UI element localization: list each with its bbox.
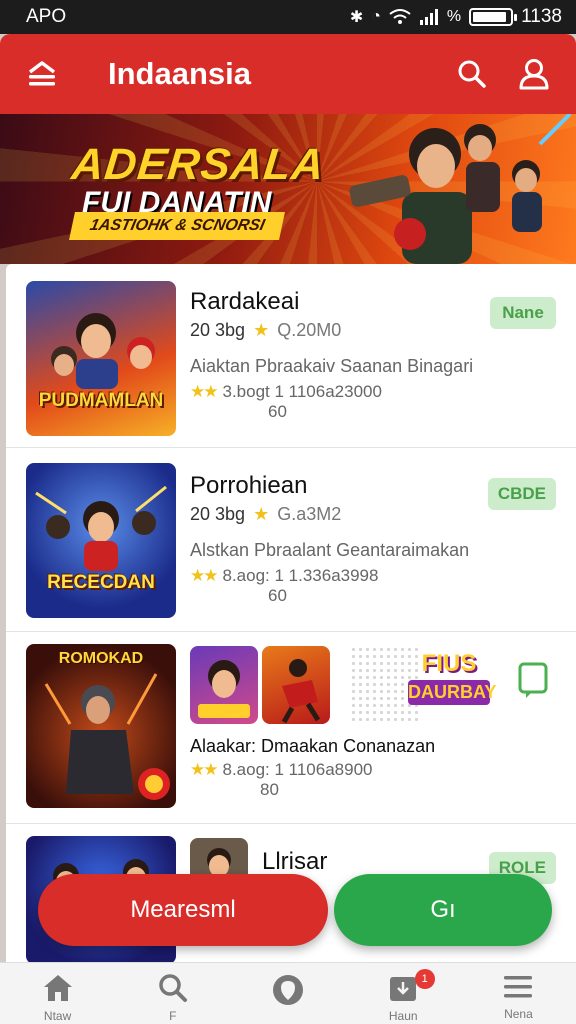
thumbnail-art (44, 673, 170, 800)
app-description: Alstkan Pbraalant Geantaraimakan (190, 540, 470, 560)
thumbnail-art (51, 313, 155, 389)
battery-icon (469, 8, 518, 26)
nav-item-home[interactable]: Ntaw (0, 963, 115, 1024)
secondary-action-button[interactable]: Gı (334, 874, 552, 946)
download-count: 60 (268, 402, 287, 421)
menu-icon[interactable] (22, 54, 62, 94)
status-bar: APO ✱ ◔ % 1138 (0, 0, 576, 34)
nav-item-downloads[interactable]: 1 Haun (346, 963, 461, 1024)
promo-logo-top: FIUS (421, 650, 477, 677)
search-icon[interactable] (452, 54, 492, 94)
download-count: 80 (260, 780, 279, 799)
rating-stars-icon: ★★ (190, 760, 219, 779)
rating-stars-icon: ★★ (190, 566, 219, 585)
status-icons: ✱ ◔ % 1138 (350, 6, 562, 28)
app-thumbnail: PUDMAMLAN (26, 281, 176, 436)
promo-banner[interactable]: ADERSALA FUI DANATIN 1ASTIOHK & SCNORSI (0, 114, 576, 264)
location-icon (273, 975, 303, 1005)
downloads-text: 8.aog: 1 1.336a3998 (222, 566, 379, 585)
wifi-icon (389, 9, 411, 24)
nav-label: Nena (504, 1007, 533, 1021)
signal-icon (419, 9, 438, 25)
screenshot-thumb[interactable] (262, 646, 330, 724)
list-item[interactable]: PUDMAMLAN Rardakeai 20 3bg ★ Q.20M0 Aiak… (6, 264, 576, 448)
app-title: Rardakeai (190, 288, 300, 315)
star-icon: ★ (253, 320, 270, 340)
nav-label: Ntaw (43, 1009, 72, 1023)
app-size: 20 3bg (190, 320, 246, 340)
app-downloads: ★★ 3.bogt 1 1106a23000 60 (190, 382, 382, 422)
banner-title: ADERSALA (69, 140, 328, 189)
carrier-label: APO (26, 6, 67, 27)
bookmark-icon[interactable] (516, 662, 550, 703)
search-icon (159, 974, 187, 1002)
battery-level (473, 12, 506, 22)
app-downloads: ★★ 8.aog: 1 1106a8900 80 (190, 760, 372, 800)
nav-label: Haun (388, 1009, 418, 1023)
thumbnail-label: RECECDAN (47, 572, 155, 593)
app-title: Porrohiean (190, 472, 308, 499)
download-icon (390, 977, 417, 1001)
primary-action-button[interactable]: Mearesml (38, 874, 328, 946)
thumbnail-art (35, 485, 167, 571)
install-badge[interactable]: Nane (490, 297, 556, 329)
app-downloads: ★★ 8.aog: 1 1.336a3998 60 (190, 566, 378, 606)
thumbnail-label: PUDMAMLAN (38, 390, 164, 411)
home-icon (43, 975, 72, 1001)
alarm-icon: ◔ (371, 8, 381, 25)
profile-icon[interactable] (514, 54, 554, 94)
app-meta: 20 3bg ★ G.a3M2 (190, 504, 341, 525)
app-title: Llrisar (262, 848, 328, 875)
app-rating: G.a3M2 (277, 504, 342, 524)
bluetooth-icon: ✱ (349, 9, 364, 26)
install-badge[interactable]: CBDE (487, 478, 556, 510)
thumbnail-top-label: ROMOKAD (58, 650, 144, 667)
banner-hero-illustration (349, 114, 572, 264)
app-title: Indaansia (108, 56, 251, 91)
download-count: 60 (268, 586, 287, 605)
screenshot-art (281, 659, 321, 724)
nav-label: F (169, 1009, 177, 1023)
menu-icon (504, 976, 533, 998)
star-icon: ★ (253, 504, 270, 524)
nav-item-menu[interactable]: Nena (461, 963, 576, 1024)
list-item[interactable]: RECECDAN Porrohiean 20 3bg ★ G.a3M2 Alst… (6, 448, 576, 632)
screenshot-art (198, 660, 250, 718)
clock: 1138 (521, 6, 562, 27)
banner-tag: 1ASTIOHK & SCNORSI (69, 212, 286, 240)
screenshot-thumb[interactable] (190, 646, 258, 724)
app-rating: Q.20M0 (277, 320, 342, 340)
app-bar: Indaansia (0, 34, 576, 114)
promo-logo: FIUS DAURBAY (408, 650, 496, 720)
bottom-nav: Ntaw F 1 Haun Nena (0, 962, 576, 1024)
notification-badge: 1 (414, 969, 435, 989)
nav-item-search[interactable]: F (115, 963, 230, 1024)
app-thumbnail: ROMOKAD (26, 644, 176, 808)
app-list: PUDMAMLAN Rardakeai 20 3bg ★ Q.20M0 Aiak… (6, 264, 576, 964)
app-size: 20 3bg (190, 504, 246, 524)
app-description: Alaakar: Dmaakan Conanazan (190, 736, 436, 756)
percent-icon: % (446, 8, 462, 25)
promo-logo-text: DAURBAY (408, 680, 496, 705)
downloads-text: 3.bogt 1 1106a23000 (222, 382, 382, 401)
downloads-text: 8.aog: 1 1106a8900 (222, 760, 373, 779)
app-description: Aiaktan Pbraakaiv Saanan Binagari (190, 356, 474, 376)
rating-stars-icon: ★★ (190, 382, 219, 401)
nav-item-location[interactable] (230, 963, 345, 1024)
list-item[interactable]: ROMOKAD FIUS DAURBAY Alaakar: Dmaakan Co… (6, 632, 576, 824)
app-meta: 20 3bg ★ Q.20M0 (190, 320, 341, 341)
app-thumbnail: RECECDAN (26, 463, 176, 618)
